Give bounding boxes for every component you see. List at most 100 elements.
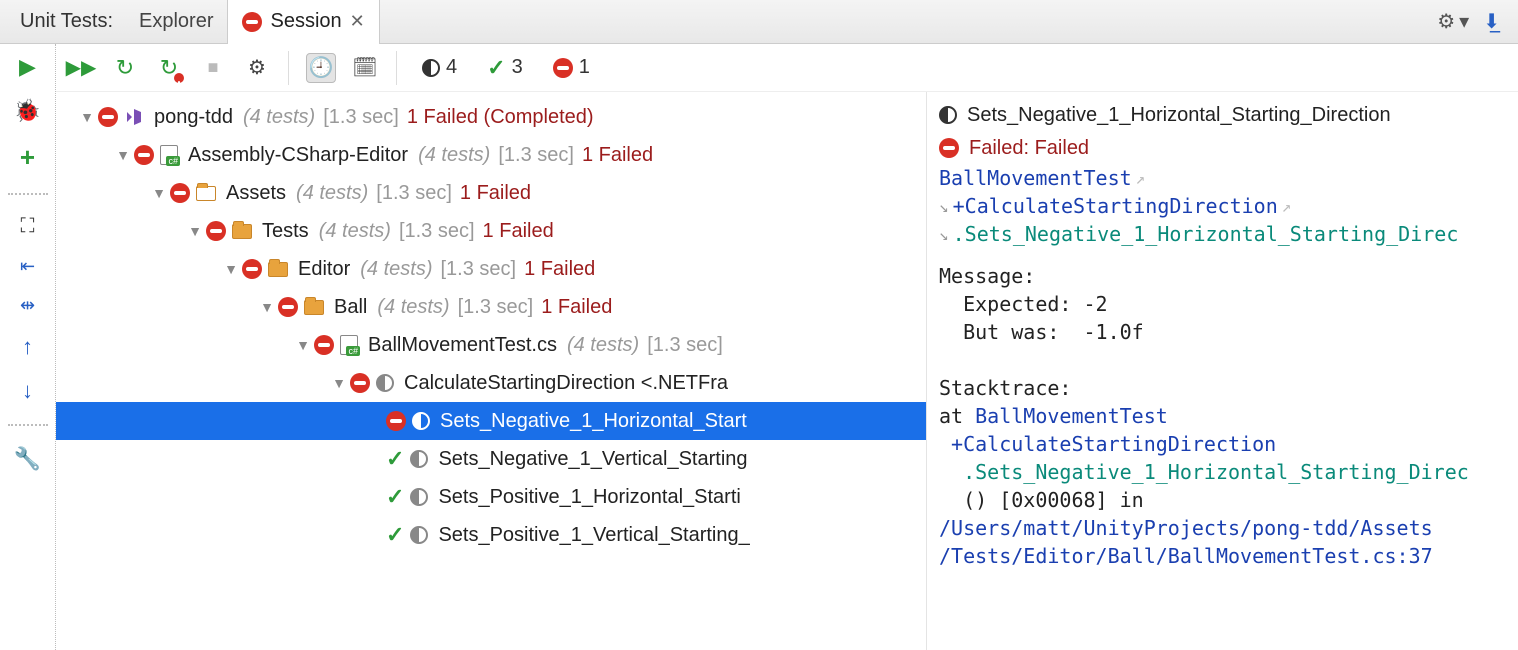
download-icon[interactable]: ⬇̲ xyxy=(1483,9,1500,34)
node-time: [1.3 sec] xyxy=(458,296,534,319)
tree-row[interactable]: ▼Assets(4 tests)[1.3 sec]1 Failed xyxy=(56,174,926,212)
caret-icon[interactable]: ▼ xyxy=(112,147,134,163)
check-icon: ✓ xyxy=(386,484,404,510)
fail-icon xyxy=(242,12,262,32)
node-result: 1 Failed xyxy=(524,258,595,281)
csharp-file-icon xyxy=(340,335,358,355)
tree-row[interactable]: ▼BallMovementTest.cs(4 tests)[1.3 sec] xyxy=(56,326,926,364)
tree-row[interactable]: ▼Assembly-CSharp-Editor(4 tests)[1.3 sec… xyxy=(56,136,926,174)
node-result: 1 Failed (Completed) xyxy=(407,106,594,129)
node-name: Editor xyxy=(298,258,350,281)
fail-icon xyxy=(386,411,406,431)
tab-explorer[interactable]: Explorer xyxy=(125,0,227,44)
up-arrow-icon[interactable]: ↑ xyxy=(22,334,33,360)
filter-passed[interactable]: ✓ 3 xyxy=(479,53,531,83)
path-test[interactable]: .Sets_Negative_1_Horizontal_Starting_Dir… xyxy=(953,222,1459,246)
gear-icon[interactable]: ⚙ ▾ xyxy=(1437,9,1469,34)
rerun-failed-icon[interactable]: ↻ xyxy=(154,53,184,83)
caret-icon[interactable]: ▼ xyxy=(328,375,350,391)
node-result: 1 Failed xyxy=(483,220,554,243)
solution-icon xyxy=(124,107,144,127)
node-time: [1.3 sec] xyxy=(399,220,475,243)
path-class[interactable]: BallMovementTest xyxy=(939,166,1132,190)
detail-title: Sets_Negative_1_Horizontal_Starting_Dire… xyxy=(967,104,1391,127)
path-method[interactable]: +CalculateStartingDirection xyxy=(953,194,1278,218)
node-meta: (4 tests) xyxy=(567,334,639,357)
settings-icon[interactable]: ⚙ xyxy=(242,53,272,83)
calendar-icon[interactable]: 🗓 xyxy=(350,53,380,83)
node-result: 1 Failed xyxy=(541,296,612,319)
fail-icon xyxy=(939,138,959,158)
stack-file-link[interactable]: /Users/matt/UnityProjects/pong-tdd/Asset… xyxy=(939,516,1433,540)
detail-status: Failed: Failed xyxy=(969,137,1089,160)
caret-icon[interactable]: ▼ xyxy=(220,261,242,277)
csharp-file-icon xyxy=(160,145,178,165)
caret-icon[interactable]: ▼ xyxy=(184,223,206,239)
total-count: 4 xyxy=(446,56,457,79)
test-tree: ▼ pong-tdd (4 tests) [1.3 sec] 1 Failed (Com… xyxy=(56,92,926,650)
node-name: Sets_Positive_1_Vertical_Starting_ xyxy=(438,524,749,547)
folder-icon xyxy=(268,262,288,277)
tree-row[interactable]: ▼ pong-tdd (4 tests) [1.3 sec] 1 Failed (Com… xyxy=(56,98,926,136)
node-result: 1 Failed xyxy=(582,144,653,167)
fail-icon xyxy=(553,58,573,78)
link-arrow-icon: ↘ xyxy=(939,197,949,216)
half-circle-icon xyxy=(376,374,394,392)
tree-row[interactable]: ▼CalculateStartingDirection <.NETFra xyxy=(56,364,926,402)
node-name: Ball xyxy=(334,296,367,319)
caret-icon[interactable]: ▼ xyxy=(256,299,278,315)
caret-icon[interactable]: ▼ xyxy=(292,337,314,353)
run-all-icon[interactable]: ▶▶ xyxy=(66,53,96,83)
node-meta: (4 tests) xyxy=(418,144,490,167)
folder-icon xyxy=(196,186,216,201)
node-meta: (4 tests) xyxy=(296,182,368,205)
tree-row[interactable]: ▼Ball(4 tests)[1.3 sec]1 Failed xyxy=(56,288,926,326)
clock-icon[interactable]: 🕘 xyxy=(306,53,336,83)
node-time: [1.3 sec] xyxy=(323,106,399,129)
caret-icon[interactable]: ▼ xyxy=(76,109,98,125)
tab-label: Explorer xyxy=(139,10,213,33)
filter-failed[interactable]: 1 xyxy=(545,54,598,81)
collapse-down-icon[interactable]: ⇤ xyxy=(20,256,35,277)
node-meta: (4 tests) xyxy=(243,106,315,129)
node-name: Assets xyxy=(226,182,286,205)
check-icon: ✓ xyxy=(386,446,404,472)
left-gutter: ▶ 🐞 + ⛶ ⇤ ⇹ ↑ ↓ 🔧 xyxy=(0,44,56,650)
node-name: Sets_Negative_1_Vertical_Starting xyxy=(438,448,747,471)
caret-icon[interactable]: ▼ xyxy=(148,185,170,201)
fail-icon xyxy=(98,107,118,127)
fail-icon xyxy=(170,183,190,203)
tree-row[interactable]: ✓ Sets_Positive_1_Vertical_Starting_ xyxy=(56,516,926,554)
stack-file-link[interactable]: /Tests/Editor/Ball/BallMovementTest.cs:3… xyxy=(939,544,1433,568)
tree-row[interactable]: ✓ Sets_Negative_1_Vertical_Starting xyxy=(56,440,926,478)
node-name: BallMovementTest.cs xyxy=(368,334,557,357)
check-icon: ✓ xyxy=(386,522,404,548)
failed-count: 1 xyxy=(579,56,590,79)
filter-total[interactable]: 4 xyxy=(414,54,465,81)
wrench-icon[interactable]: 🔧 xyxy=(14,446,41,472)
close-icon[interactable]: ✕ xyxy=(350,11,365,32)
tree-row[interactable]: ✓Sets_Positive_1_Horizontal_Starti xyxy=(56,478,926,516)
tree-row[interactable]: ▼Tests(4 tests)[1.3 sec]1 Failed xyxy=(56,212,926,250)
fit-icon[interactable]: ⛶ xyxy=(21,215,35,238)
stop-icon[interactable]: ■ xyxy=(198,53,228,83)
half-circle-icon xyxy=(410,488,428,506)
fail-icon xyxy=(242,259,262,279)
node-name: pong-tdd xyxy=(154,106,233,129)
down-arrow-icon[interactable]: ↓ xyxy=(22,378,33,404)
rerun-icon[interactable]: ↻ xyxy=(110,53,140,83)
tree-row[interactable]: Sets_Negative_1_Horizontal_Start xyxy=(56,402,926,440)
debug-icon[interactable]: 🐞 xyxy=(14,98,41,124)
add-icon[interactable]: + xyxy=(20,142,35,173)
link-arrow-icon: ↗ xyxy=(1282,197,1292,216)
tab-session[interactable]: Session ✕ xyxy=(227,0,379,44)
collapse-both-icon[interactable]: ⇹ xyxy=(20,295,35,316)
fail-icon xyxy=(206,221,226,241)
fail-icon xyxy=(314,335,334,355)
half-circle-icon xyxy=(412,412,430,430)
folder-icon xyxy=(304,300,324,315)
tree-row[interactable]: ▼Editor(4 tests)[1.3 sec]1 Failed xyxy=(56,250,926,288)
run-icon[interactable]: ▶ xyxy=(19,54,36,80)
panel-title: Unit Tests: xyxy=(8,10,125,33)
node-name: Assembly-CSharp-Editor xyxy=(188,144,408,167)
